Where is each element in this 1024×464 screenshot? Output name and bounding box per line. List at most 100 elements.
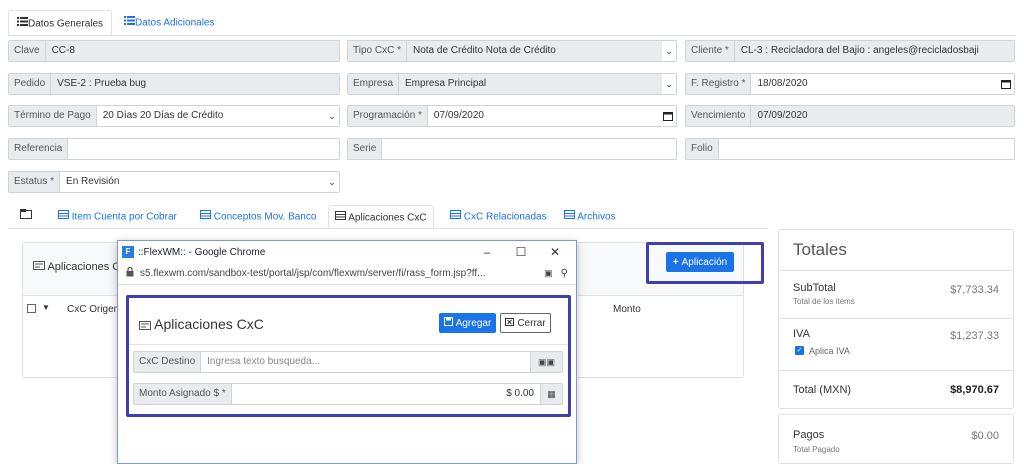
aplica-iva-checkbox[interactable]: ✓: [795, 346, 804, 355]
pagos-sub: Total Pagado: [793, 445, 840, 454]
tab-conceptos-mov-banco[interactable]: Conceptos Mov. Banco: [194, 205, 322, 229]
field-value: Empresa Principal: [399, 74, 662, 94]
agregar-button[interactable]: Agregar: [439, 313, 496, 333]
search-folder-icon[interactable]: ▣▣: [530, 352, 562, 372]
field-value: 07/09/2020: [751, 106, 1014, 126]
close-window-button[interactable]: ✕: [538, 245, 572, 259]
field-value: En Revisión: [66, 176, 120, 187]
col-header-origen: CxC Origen: [67, 304, 120, 315]
button-label: Agregar: [455, 317, 492, 329]
divider: [129, 344, 568, 345]
money-icon: ▦: [540, 384, 562, 404]
field-label: Término de Pago: [9, 106, 97, 126]
iva-value: $1,237.33: [950, 330, 999, 342]
clave-field[interactable]: Clave CC-8: [8, 40, 340, 62]
field-value: Nota de Crédito Nota de Crédito: [406, 41, 662, 61]
col-header-monto: Monto: [613, 304, 641, 315]
tab-divider: [8, 35, 1016, 36]
field-label: Tipo CxC *: [348, 41, 407, 61]
form-icon: [139, 317, 151, 333]
table-icon: [450, 205, 461, 229]
close-box-icon: [505, 317, 515, 329]
add-aplicacion-button[interactable]: + Aplicación: [666, 252, 734, 272]
form-title-text: Aplicaciones CxC: [154, 316, 264, 332]
cliente-field[interactable]: Cliente * CL-3 : Recicladora del Bajio :…: [685, 40, 1015, 62]
zoom-icon[interactable]: ⚲: [561, 268, 568, 279]
serie-input[interactable]: Serie: [347, 138, 677, 160]
tab-datos-generales[interactable]: Datos Generales: [8, 10, 113, 37]
table-icon: [58, 205, 69, 229]
button-label: Aplicación: [681, 256, 728, 268]
window-title: ::FlexWM:: - Google Chrome: [138, 246, 266, 258]
field-label: Monto Asignado $ *: [134, 384, 232, 404]
field-value: [719, 139, 1014, 159]
chevron-down-icon: ⌄: [665, 79, 673, 89]
field-label: Pedido: [9, 74, 52, 94]
folder-icon: [20, 205, 32, 229]
field-value: 20 Días 20 Días de Crédito: [102, 110, 224, 121]
tab-label: Item Cuenta por Cobrar: [71, 211, 177, 223]
divider: [779, 318, 1013, 319]
field-label: F. Registro *: [686, 74, 752, 94]
field-label: Programación *: [348, 106, 428, 126]
tab-archivos[interactable]: Archivos: [558, 205, 622, 229]
pagos-label: Pagos: [793, 429, 825, 441]
table-icon: [200, 205, 211, 229]
field-label: Folio: [686, 139, 719, 159]
chevron-down-icon: ⌄: [328, 177, 336, 187]
tab-datos-adicionales[interactable]: Datos Adicionales: [116, 10, 223, 36]
pagos-value: $0.00: [971, 430, 999, 442]
caret-down-icon[interactable]: ▼: [42, 303, 50, 312]
termino-pago-select[interactable]: Término de Pago 20 Días 20 Días de Crédi…: [8, 105, 340, 127]
vencimiento-field[interactable]: Vencimiento 07/09/2020: [685, 105, 1015, 127]
table-icon: [335, 206, 346, 230]
referencia-input[interactable]: Referencia: [8, 138, 340, 160]
tab-item-cuenta-por-cobrar[interactable]: Item Cuenta por Cobrar: [52, 205, 183, 229]
field-value: [382, 139, 676, 159]
panel-title-text: Aplicaciones C: [47, 261, 121, 273]
tipo-cxc-select[interactable]: Tipo CxC * Nota de Crédito Nota de Crédi…: [347, 40, 677, 62]
maximize-button[interactable]: ☐: [504, 245, 538, 259]
tab-folder[interactable]: [14, 205, 38, 229]
lock-icon: [126, 266, 134, 280]
totales-panel: Totales SubTotal Total de los items $7,7…: [778, 229, 1014, 409]
field-label: Clave: [9, 41, 46, 61]
button-label: Cerrar: [517, 317, 546, 329]
list-icon: [17, 11, 28, 37]
field-value: 07/09/2020: [433, 110, 484, 121]
cxc-destino-input[interactable]: Ingresa texto busqueda...: [201, 352, 530, 372]
table-icon: [564, 205, 575, 229]
cerrar-button[interactable]: Cerrar: [500, 313, 551, 333]
field-value: CL-3 : Recicladora del Bajio : angeles@r…: [734, 41, 1014, 61]
tab-label: Archivos: [577, 211, 616, 223]
list-icon: [124, 10, 135, 36]
field-label: Referencia: [9, 139, 69, 159]
subtotal-value: $7,733.34: [950, 284, 999, 296]
tab-aplicaciones-cxc[interactable]: Aplicaciones CxC: [328, 205, 434, 229]
field-label: Serie: [348, 139, 383, 159]
iva-label: IVA: [793, 328, 810, 340]
tab-cxc-relacionadas[interactable]: CxC Relacionadas: [444, 205, 553, 229]
estatus-select[interactable]: Estatus * En Revisión ⌄: [8, 171, 340, 193]
empresa-select[interactable]: Empresa Empresa Principal ⌄: [347, 73, 677, 95]
form-title: Aplicaciones CxC: [139, 316, 264, 333]
monto-asignado-input[interactable]: $ 0.00: [232, 384, 540, 404]
field-label: CxC Destino: [134, 352, 202, 372]
calendar-icon[interactable]: [660, 106, 676, 126]
minimize-button[interactable]: –: [470, 245, 504, 259]
calendar-icon[interactable]: [998, 74, 1014, 94]
select-all-checkbox[interactable]: [27, 304, 36, 313]
pedido-field[interactable]: Pedido VSE-2 : Prueba bug: [8, 73, 340, 95]
divider: [779, 270, 1013, 271]
app-icon: F: [122, 246, 134, 258]
plus-icon: +: [672, 256, 679, 268]
cast-icon[interactable]: ▣: [544, 268, 553, 279]
monto-asignado-field[interactable]: Monto Asignado $ * $ 0.00 ▦: [133, 383, 563, 405]
f-registro-date[interactable]: F. Registro * 18/08/2020: [685, 73, 1015, 95]
cxc-destino-search[interactable]: CxC Destino Ingresa texto busqueda... ▣▣: [133, 351, 563, 373]
address-bar[interactable]: s5.flexwm.com/sandbox-test/portal/jsp/co…: [118, 263, 576, 285]
folio-input[interactable]: Folio: [685, 138, 1015, 160]
programacion-date[interactable]: Programación * 07/09/2020: [347, 105, 677, 127]
pagos-panel: Pagos Total Pagado $0.00: [778, 414, 1014, 464]
chrome-popup-window: F ::FlexWM:: - Google Chrome – ☐ ✕ s5.fl…: [117, 240, 577, 464]
